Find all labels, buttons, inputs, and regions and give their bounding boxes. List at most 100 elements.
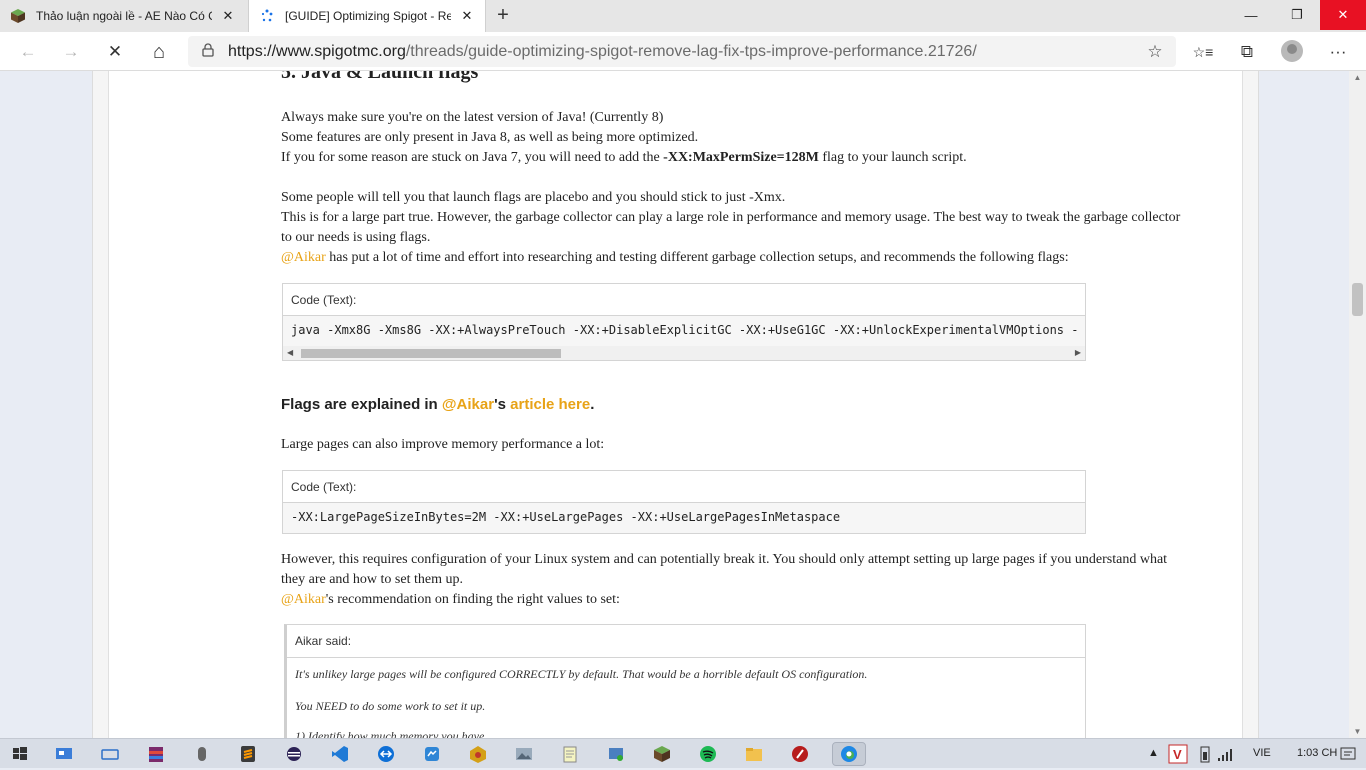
text-line: @Aikar has put a lot of time and effort …: [281, 248, 1231, 268]
quote-author[interactable]: Aikar said:: [287, 625, 1085, 658]
text-span: If you for some reason are stuck on Java…: [281, 150, 664, 165]
add-favorite-star-icon[interactable]: ☆: [1134, 42, 1176, 62]
windows-start-icon[interactable]: [9, 743, 31, 765]
code-text[interactable]: -XX:LargePageSizeInBytes=2M -XX:+UseLarg…: [283, 503, 1085, 533]
sublime-text-icon[interactable]: [237, 743, 259, 765]
url-host: https://www.spigotmc.org: [228, 42, 406, 60]
section-heading: 5. Java & Launch flags: [281, 71, 479, 83]
browser-toolbar: ← → ✕ ⌂ https://www.spigotmc.org/threads…: [0, 32, 1366, 71]
network-monitor-icon[interactable]: [53, 743, 75, 765]
text-line: Some people will tell you that launch fl…: [281, 190, 786, 205]
game-app-icon[interactable]: [467, 743, 489, 765]
tab-close-icon[interactable]: ✕: [459, 8, 475, 24]
code-text[interactable]: java -Xmx8G -Xms8G -XX:+AlwaysPreTouch -…: [283, 316, 1085, 346]
input-language[interactable]: VIE: [1253, 747, 1271, 759]
vietkey-icon[interactable]: V: [1168, 744, 1188, 764]
scroll-left-icon[interactable]: ◀: [287, 348, 293, 357]
clock-time[interactable]: 1:03 CH: [1297, 747, 1337, 759]
more-options-icon[interactable]: ···: [1325, 39, 1351, 65]
tab-strip: Thảo luận ngoài lề - AE Nào Có C ✕ [GUID…: [0, 0, 1366, 32]
winrar-icon[interactable]: [145, 743, 167, 765]
battery-icon[interactable]: [1198, 743, 1212, 765]
network-signal-icon[interactable]: [1216, 743, 1236, 765]
window-controls: — ❐ ✕: [1228, 0, 1366, 32]
scroll-right-icon[interactable]: ▶: [1075, 348, 1081, 357]
lock-icon[interactable]: [188, 43, 228, 60]
text-span: 's recommendation on finding the right v…: [325, 592, 620, 607]
home-icon[interactable]: ⌂: [146, 39, 172, 65]
paragraph-java-version: Always make sure you're on the latest ve…: [281, 108, 1231, 168]
flags-explained-line: Flags are explained in @Aikar's article …: [281, 395, 1231, 415]
quote-line: 1) Identify how much memory you have: [295, 729, 485, 738]
stop-loading-icon[interactable]: ✕: [102, 39, 128, 65]
visual-studio-code-icon[interactable]: [329, 743, 351, 765]
code-block-label: Code (Text):: [283, 471, 1085, 503]
eclipse-icon[interactable]: [283, 743, 305, 765]
notepad-icon[interactable]: [559, 743, 581, 765]
text-line: Always make sure you're on the latest ve…: [281, 110, 664, 125]
large-pages-intro: Large pages can also improve memory perf…: [281, 437, 605, 452]
text-span: 's: [494, 396, 511, 413]
scrollbar-thumb[interactable]: [301, 349, 561, 358]
text-line: to our needs is using flags.: [281, 230, 431, 245]
close-window-button[interactable]: ✕: [1320, 0, 1366, 30]
paragraph-launch-flags: Some people will tell you that launch fl…: [281, 188, 1231, 268]
user-mention-link[interactable]: @Aikar: [281, 592, 326, 607]
profile-avatar[interactable]: [1281, 40, 1303, 62]
address-bar[interactable]: https://www.spigotmc.org/threads/guide-o…: [188, 36, 1176, 67]
show-hidden-icons-icon[interactable]: ▲: [1148, 747, 1159, 759]
tab-title: [GUIDE] Optimizing Spigot - Ren: [285, 9, 451, 23]
user-mention-link[interactable]: @Aikar: [281, 250, 326, 265]
teamviewer-icon[interactable]: [375, 743, 397, 765]
messenger-icon[interactable]: [421, 743, 443, 765]
horizontal-scrollbar[interactable]: ◀ ▶: [283, 346, 1085, 360]
paragraph-large-pages: However, this requires configuration of …: [281, 550, 1231, 610]
restore-button[interactable]: ❐: [1274, 0, 1320, 30]
windows-taskbar: ▲ V VIE 1:03 CH: [0, 738, 1366, 768]
text-span: .: [590, 396, 595, 413]
text-span: flag to your launch script.: [818, 150, 967, 165]
code-block-label: Code (Text):: [283, 284, 1085, 316]
url-text[interactable]: https://www.spigotmc.org/threads/guide-o…: [228, 43, 1134, 61]
edge-browser-icon[interactable]: [832, 742, 866, 766]
keyboard-icon[interactable]: [99, 743, 121, 765]
media-player-icon[interactable]: [789, 743, 811, 765]
text-span: Flags are explained in: [281, 396, 442, 413]
quote-block: Aikar said: It's unlikey large pages wil…: [284, 624, 1086, 738]
text-line: However, this requires configuration of …: [281, 552, 1168, 567]
new-tab-button[interactable]: +: [492, 4, 514, 26]
tab-forum[interactable]: Thảo luận ngoài lề - AE Nào Có C ✕: [0, 0, 246, 32]
forward-arrow-icon[interactable]: →: [58, 39, 84, 65]
code-block-large-pages: Code (Text): -XX:LargePageSizeInBytes=2M…: [282, 470, 1086, 534]
loading-spinner-icon: [259, 8, 275, 24]
user-mention-link[interactable]: @Aikar: [442, 396, 494, 413]
minimize-button[interactable]: —: [1228, 0, 1274, 30]
mouse-icon[interactable]: [191, 743, 213, 765]
minecraft-block-icon: [10, 8, 26, 24]
maxpermsize-flag: -XX:MaxPermSize=128M: [663, 150, 819, 165]
vertical-scrollbar[interactable]: ▲ ▼: [1349, 71, 1366, 738]
tab-close-icon[interactable]: ✕: [220, 8, 236, 24]
notifications-icon[interactable]: [1338, 743, 1358, 765]
article-link[interactable]: article here: [510, 396, 590, 413]
collections-icon[interactable]: ⧉: [1234, 39, 1260, 65]
text-span: has put a lot of time and effort into re…: [325, 250, 1069, 265]
quote-line: You NEED to do some work to set it up.: [295, 699, 486, 713]
minecraft-icon[interactable]: [651, 743, 673, 765]
back-arrow-icon[interactable]: ←: [15, 39, 41, 65]
control-panel-icon[interactable]: [605, 743, 627, 765]
quote-line: It's unlikey large pages will be configu…: [295, 667, 868, 681]
photos-icon[interactable]: [513, 743, 535, 765]
text-line: @Aikar's recommendation on finding the r…: [281, 590, 1231, 610]
file-explorer-icon[interactable]: [743, 743, 765, 765]
favorites-list-icon[interactable]: ☆≡: [1190, 39, 1216, 65]
code-block-flags: Code (Text): java -Xmx8G -Xms8G -XX:+Alw…: [282, 283, 1086, 361]
spotify-icon[interactable]: [697, 743, 719, 765]
scroll-down-icon[interactable]: ▼: [1349, 727, 1366, 736]
tab-title: Thảo luận ngoài lề - AE Nào Có C: [36, 9, 212, 23]
tab-guide[interactable]: [GUIDE] Optimizing Spigot - Ren ✕: [248, 0, 486, 32]
text-line: If you for some reason are stuck on Java…: [281, 148, 1231, 168]
scroll-up-icon[interactable]: ▲: [1349, 73, 1366, 82]
web-page: 5. Java & Launch flags Always make sure …: [0, 71, 1366, 738]
scrollbar-thumb[interactable]: [1352, 283, 1363, 316]
